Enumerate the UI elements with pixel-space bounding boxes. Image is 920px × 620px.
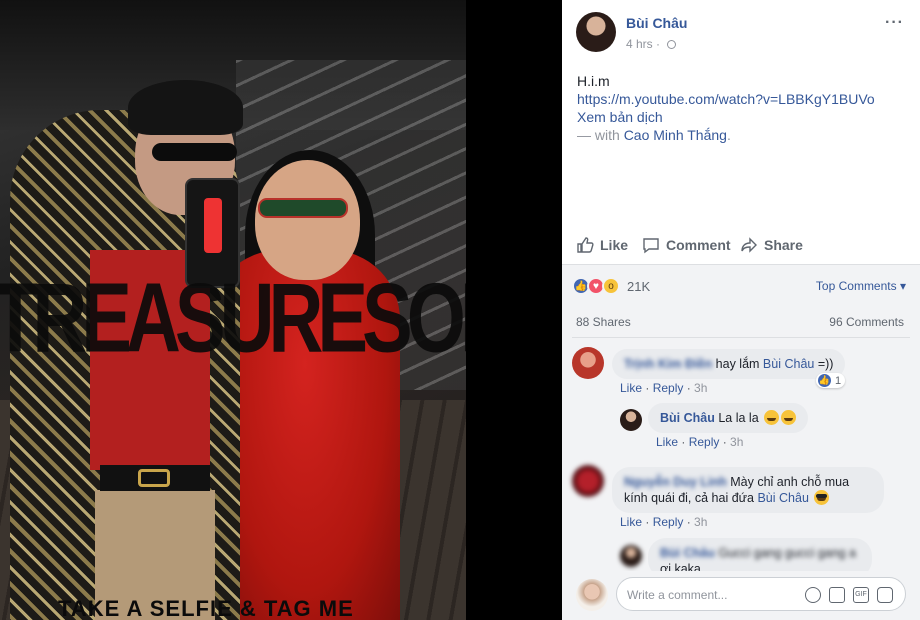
reply-text: Gucci gang gucci gang a <box>714 546 856 560</box>
top-comments-dropdown[interactable]: Top Comments ▾ <box>816 279 906 293</box>
reply-time[interactable]: 3h <box>730 435 743 449</box>
photo-bottom-text: TAKE A SELFIE & TAG ME <box>58 596 354 620</box>
comment-meta: Like · Reply · 3h <box>620 515 708 529</box>
comment-bubble: Nguyễn Duy Linh Mày chỉ anh chỗ mua kính … <box>612 467 884 513</box>
photo-watermark: TREASURESOFFICIAL <box>0 263 466 374</box>
comment-text-line2: kính quái đi, cả hai đứa <box>624 491 758 505</box>
top-comments-label: Top Comments <box>815 279 897 293</box>
comments-count[interactable]: 96 Comments <box>829 315 904 329</box>
author-name[interactable]: Bùi Châu <box>626 15 687 31</box>
thumbs-up-icon <box>577 237 594 253</box>
current-user-avatar <box>576 579 608 611</box>
reply-avatar[interactable] <box>620 545 642 567</box>
comment-like-count[interactable]: 👍 1 <box>816 373 846 388</box>
with-suffix: . <box>726 127 731 143</box>
like-label: Like <box>600 237 629 253</box>
feedback-area: 👍 ♥ o 21K Top Comments ▾ 88 Shares 96 Co… <box>562 264 920 620</box>
commenter-avatar[interactable] <box>572 347 604 379</box>
facebook-photo-viewer: TREASURESOFFICIAL TAKE A SELFIE & TAG ME… <box>0 0 920 620</box>
emoji-icon[interactable] <box>805 587 821 603</box>
comment-bubble: Trịnh Kim Điền hay lắm Bùi Châu =)) <box>612 349 846 379</box>
like-reaction-icon: 👍 <box>818 374 831 387</box>
commenter-avatar[interactable] <box>572 465 604 497</box>
comment-text: hay lắm <box>712 357 763 371</box>
reply-meta: Like · Reply · 3h <box>656 435 744 449</box>
comment-label: Comment <box>666 237 731 253</box>
more-options-icon[interactable]: ··· <box>885 14 904 32</box>
sunglasses-emoji-icon <box>814 490 830 505</box>
shares-count[interactable]: 88 Shares <box>576 315 631 329</box>
post-link[interactable]: https://m.youtube.com/watch?v=LBBKgY1BUV… <box>577 90 875 108</box>
divider <box>572 337 910 338</box>
gif-icon[interactable]: GIF <box>853 587 869 603</box>
share-label: Share <box>764 237 803 253</box>
commenter-name[interactable]: Nguyễn Duy Linh <box>624 475 727 489</box>
comment-time[interactable]: 3h <box>694 515 707 529</box>
comment-composer: Write a comment... GIF <box>562 571 920 620</box>
comment-text: Mày chỉ anh chỗ mua <box>726 475 850 489</box>
tagged-with: — with Cao Minh Thắng. <box>577 126 731 144</box>
comment-reply-link[interactable]: Reply <box>653 381 684 395</box>
comment-like-link[interactable]: Like <box>620 515 642 529</box>
reply-avatar[interactable] <box>620 409 642 431</box>
tagged-person-link[interactable]: Cao Minh Thắng <box>624 127 727 143</box>
sticker-icon[interactable] <box>877 587 893 603</box>
comment-like-link[interactable]: Like <box>620 381 642 395</box>
reply-bubble: Bùi Châu La la la <box>648 403 809 433</box>
comment-icon <box>643 238 659 254</box>
like-button[interactable]: Like <box>576 228 628 262</box>
post-time[interactable]: 4 hrs · <box>626 37 677 51</box>
post-actions: Like Comment Share <box>562 228 920 262</box>
reply-like-link[interactable]: Like <box>656 435 678 449</box>
share-icon <box>741 237 757 253</box>
reply-reply-link[interactable]: Reply <box>689 435 720 449</box>
comment-reply-link[interactable]: Reply <box>653 515 684 529</box>
tongue-emoji-icon <box>781 410 797 425</box>
camera-icon[interactable] <box>829 587 845 603</box>
comment-mention[interactable]: Bùi Châu <box>757 491 808 505</box>
photo-man-hair <box>128 80 243 135</box>
reaction-count[interactable]: 21K <box>627 279 650 294</box>
post-side-panel: Bùi Châu 4 hrs · ··· H.i.m https://m.you… <box>562 0 920 620</box>
comment-likes-value: 1 <box>835 374 842 387</box>
comment-text-tail: =)) <box>814 357 834 371</box>
caret-down-icon: ▾ <box>899 279 906 293</box>
share-button[interactable]: Share <box>740 228 803 262</box>
comment-mention[interactable]: Bùi Châu <box>763 357 814 371</box>
photo-belt <box>100 465 210 491</box>
post-header: Bùi Châu 4 hrs · ··· <box>562 0 920 60</box>
laughing-emoji-icon <box>764 410 780 425</box>
comment-input[interactable]: Write a comment... GIF <box>616 577 906 611</box>
photo-green-sunglasses <box>258 198 348 218</box>
comment-time[interactable]: 3h <box>694 381 707 395</box>
post-time-label[interactable]: 4 hrs <box>626 37 653 51</box>
post-text-line1: H.i.m <box>577 73 610 89</box>
reply-author[interactable]: Bùi Châu <box>660 411 715 425</box>
globe-icon <box>667 40 677 49</box>
author-avatar[interactable] <box>576 12 616 52</box>
comment-button[interactable]: Comment <box>642 228 731 262</box>
photo-black-sunglasses <box>152 143 237 161</box>
comment-placeholder: Write a comment... <box>627 588 728 602</box>
see-translation-link[interactable]: Xem bản dịch <box>577 108 663 126</box>
with-prefix: — with <box>577 127 624 143</box>
commenter-name[interactable]: Trịnh Kim Điền <box>624 357 712 371</box>
comment-meta: Like · Reply · 3h <box>620 381 708 395</box>
reply-text: La la la <box>714 411 759 425</box>
post-photo[interactable]: TREASURESOFFICIAL TAKE A SELFIE & TAG ME <box>0 0 466 620</box>
reaction-summary[interactable]: 👍 ♥ o 21K <box>572 277 650 295</box>
reply-author[interactable]: Bùi Châu <box>660 546 715 560</box>
wow-reaction-icon: o <box>602 277 620 295</box>
